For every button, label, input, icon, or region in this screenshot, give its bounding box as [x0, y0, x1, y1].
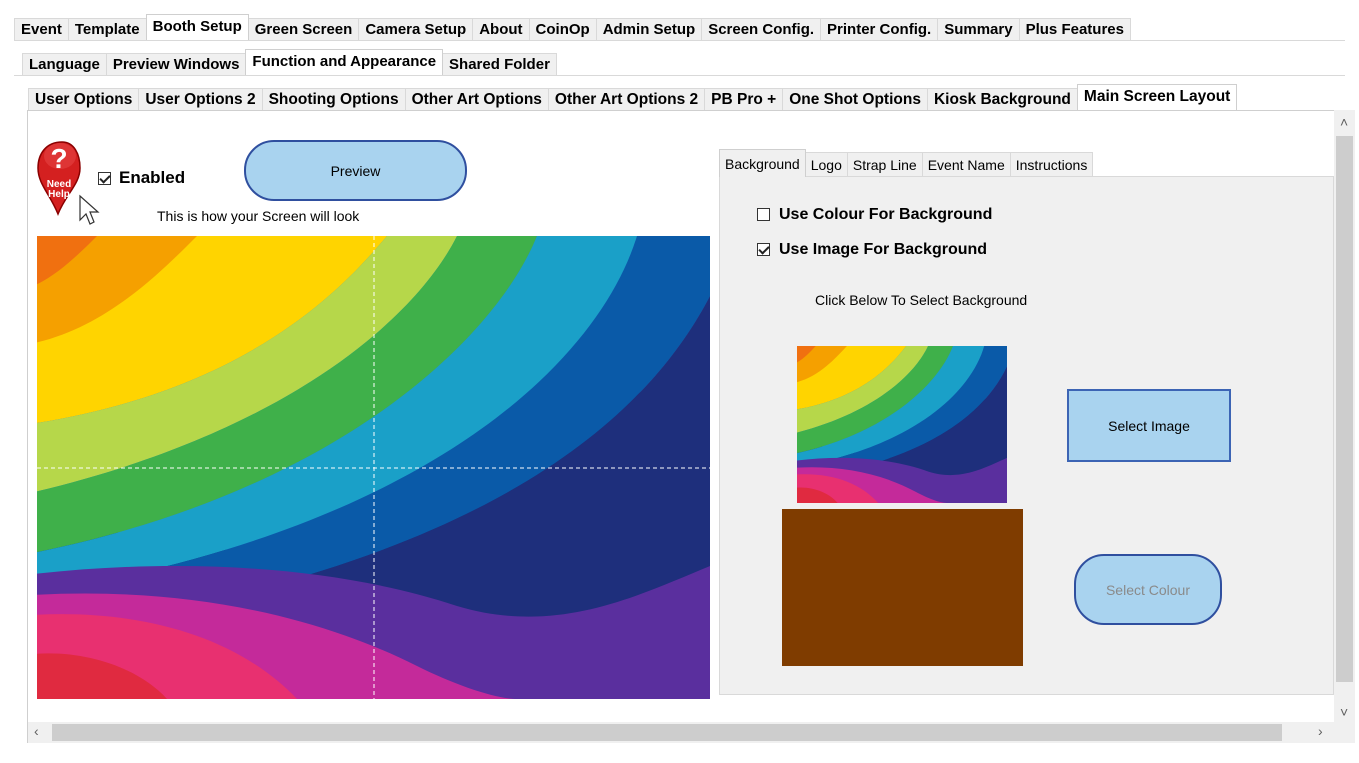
tab-plus-features[interactable]: Plus Features — [1018, 18, 1131, 40]
preview-button[interactable]: Preview — [244, 140, 467, 201]
section-tab-pb-pro[interactable]: PB Pro + — [704, 88, 784, 110]
scroll-right-icon[interactable]: › — [1318, 723, 1323, 739]
subtab-preview-windows[interactable]: Preview Windows — [105, 53, 247, 75]
scroll-down-icon[interactable]: ˅ — [1340, 704, 1348, 720]
horizontal-scroll-thumb[interactable] — [52, 724, 1282, 741]
screen-preview-image — [37, 236, 710, 699]
help-line2: Help — [48, 189, 70, 200]
tab-coinop[interactable]: CoinOp — [528, 18, 597, 40]
use-image-checkbox[interactable] — [757, 243, 770, 257]
subtab-shared-folder[interactable]: Shared Folder — [442, 53, 557, 75]
tab-green-screen[interactable]: Green Screen — [247, 18, 360, 40]
layout-tab-logo[interactable]: Logo — [804, 152, 848, 177]
subtab-function-and-appearance[interactable]: Function and Appearance — [245, 49, 444, 75]
tab-summary[interactable]: Summary — [937, 18, 1020, 40]
background-thumbnail[interactable] — [797, 346, 1007, 503]
section-tab-kiosk-background[interactable]: Kiosk Background — [926, 88, 1078, 110]
tab-admin-setup[interactable]: Admin Setup — [595, 18, 703, 40]
use-image-label: Use Image For Background — [779, 241, 988, 258]
section-tab-user-options[interactable]: User Options — [28, 88, 140, 110]
preview-caption: This is how your Screen will look — [157, 208, 360, 224]
select-colour-button[interactable]: Select Colour — [1074, 554, 1222, 625]
need-help-icon[interactable]: ? Need Help — [36, 138, 100, 235]
layout-tab-background[interactable]: Background — [719, 149, 806, 177]
svg-text:?: ? — [50, 143, 67, 174]
tab-screen-config[interactable]: Screen Config. — [701, 18, 822, 40]
enabled-check-icon[interactable] — [98, 172, 111, 186]
tab-template[interactable]: Template — [67, 18, 147, 40]
section-tab-row: User Options User Options 2 Shooting Optio… — [28, 84, 1238, 110]
use-image-option[interactable]: Use Image For Background — [757, 241, 987, 259]
layout-tab-strap-line[interactable]: Strap Line — [846, 152, 923, 177]
vertical-scroll-thumb[interactable] — [1336, 136, 1353, 682]
scroll-up-icon[interactable]: ˄ — [1340, 114, 1348, 130]
use-colour-label: Use Colour For Background — [779, 206, 993, 223]
layout-tab-instructions[interactable]: Instructions — [1009, 152, 1094, 177]
tab-about[interactable]: About — [472, 18, 530, 40]
section-tab-user-options-2[interactable]: User Options 2 — [138, 88, 263, 110]
layout-tab-event-name[interactable]: Event Name — [921, 152, 1011, 177]
select-image-button[interactable]: Select Image — [1067, 389, 1231, 462]
enabled-label: Enabled — [119, 168, 186, 187]
scroll-left-icon[interactable]: ‹ — [34, 723, 39, 739]
layout-tab-row: Background Logo Strap Line Event Name Instru… — [719, 149, 1094, 177]
tab-booth-setup[interactable]: Booth Setup — [145, 14, 249, 40]
use-colour-option[interactable]: Use Colour For Background — [757, 206, 992, 224]
main-tab-row: Event Template Booth Setup Green Screen Came… — [14, 14, 1131, 40]
section-tab-other-art-options[interactable]: Other Art Options — [404, 88, 549, 110]
select-background-hint: Click Below To Select Background — [815, 292, 1028, 308]
subtab-language[interactable]: Language — [22, 53, 107, 75]
section-tab-other-art-options-2[interactable]: Other Art Options 2 — [547, 88, 706, 110]
background-colour-swatch[interactable] — [782, 509, 1023, 666]
vertical-scrollbar[interactable]: ˄ ˅ — [1334, 110, 1355, 722]
tab-printer-config[interactable]: Printer Config. — [820, 18, 939, 40]
use-colour-checkbox[interactable] — [757, 208, 770, 222]
section-tab-one-shot-options[interactable]: One Shot Options — [782, 88, 928, 110]
sub-tab-row: Language Preview Windows Function and Appe… — [22, 49, 557, 75]
section-tab-main-screen-layout[interactable]: Main Screen Layout — [1076, 84, 1238, 110]
horizontal-scrollbar[interactable]: ‹ › — [28, 722, 1355, 743]
enabled-checkbox[interactable]: Enabled — [98, 168, 185, 188]
tab-camera-setup[interactable]: Camera Setup — [358, 18, 474, 40]
tab-event[interactable]: Event — [14, 18, 69, 40]
section-tab-shooting-options[interactable]: Shooting Options — [261, 88, 406, 110]
